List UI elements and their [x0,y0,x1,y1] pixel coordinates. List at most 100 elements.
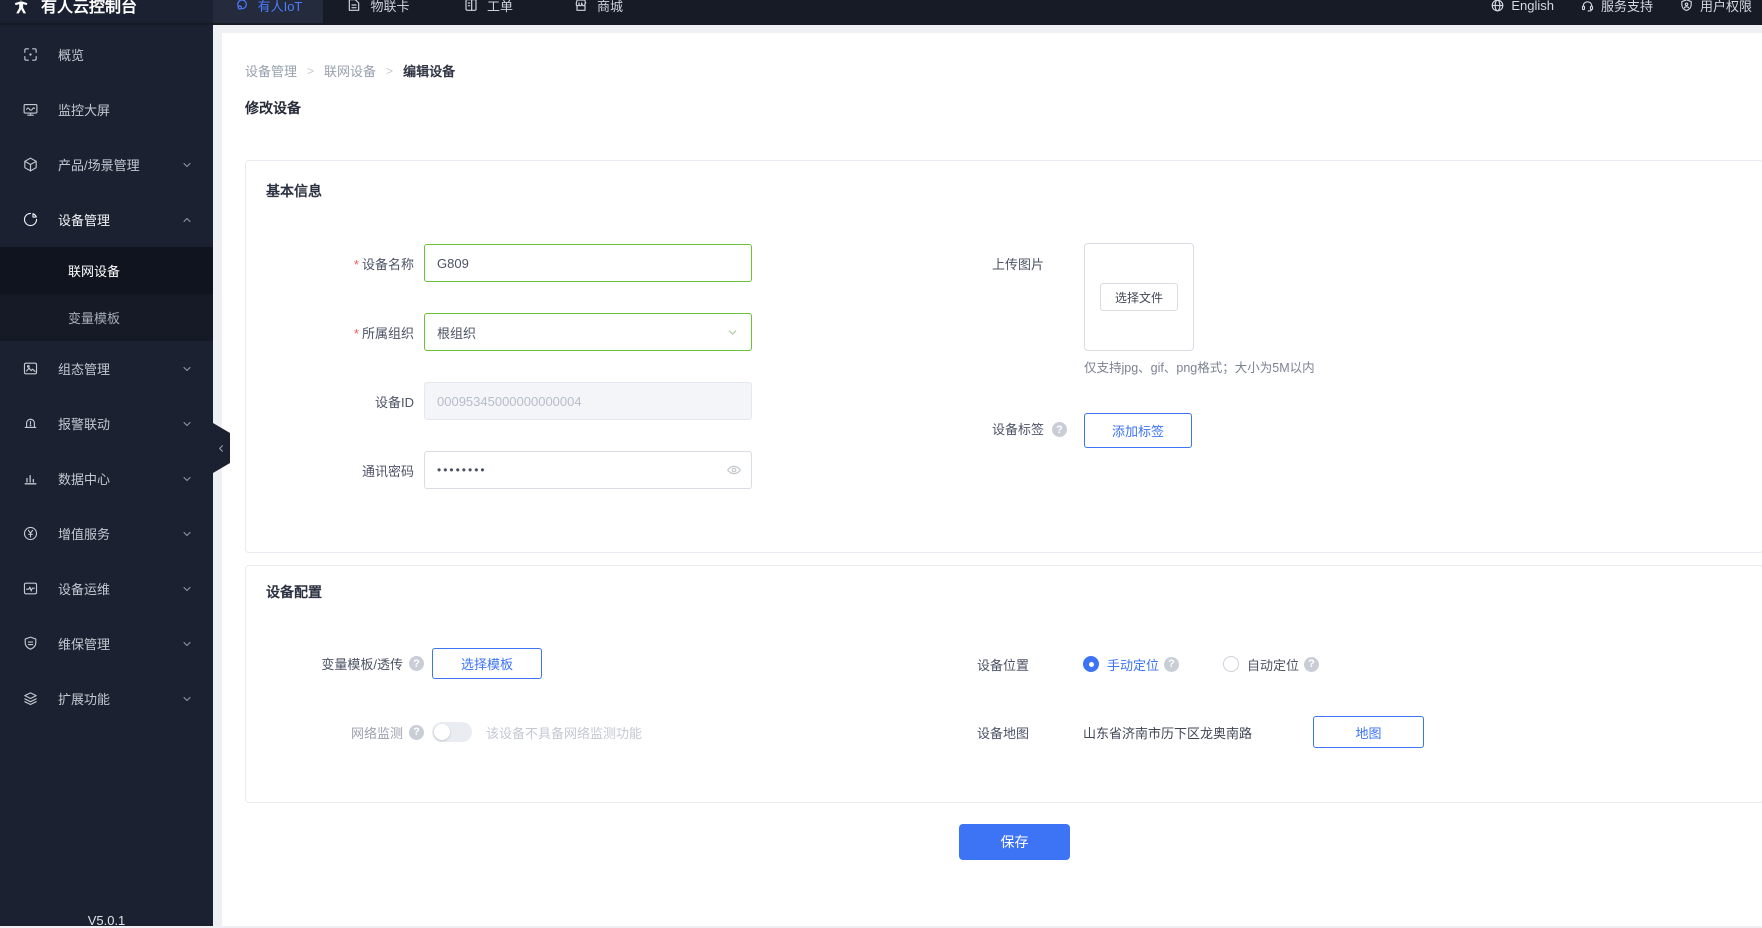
sidebar-item-monitor-screen[interactable]: 监控大屏 [0,82,213,137]
manual-location-help-icon[interactable] [1164,657,1179,672]
chevron-down-icon [181,159,193,171]
service-support[interactable]: 服务支持 [1580,0,1653,15]
mall-icon [573,0,589,13]
sidebar-subitem-connected-devices[interactable]: 联网设备 [0,247,213,294]
tab-label: 商城 [597,0,623,15]
tab-work-order[interactable]: 工单 [433,0,543,23]
chevron-down-icon [181,473,193,485]
network-monitor-help-icon[interactable] [409,725,424,740]
comm-password-row: 通讯密码 [256,451,752,489]
sidebar-item-extensions[interactable]: 扩展功能 [0,671,213,726]
page-title: 修改设备 [245,98,301,118]
comm-password-label: 通讯密码 [256,461,414,480]
headset-icon [1580,0,1595,13]
shield-user-icon [1679,0,1694,13]
tab-label: 物联卡 [370,0,409,15]
logo-icon [10,0,32,16]
tab-iot-card[interactable]: 物联卡 [323,0,433,23]
device-address: 山东省济南市历下区龙奥南路 [1083,723,1313,742]
save-button[interactable]: 保存 [959,824,1070,860]
device-tags-label: 设备标签 [944,419,1044,438]
tab-mall[interactable]: 商城 [543,0,653,23]
brand: 有人云控制台 [0,0,213,23]
manual-location-option[interactable]: 手动定位 [1107,655,1159,674]
sidebar-item-product-scene[interactable]: 产品/场景管理 [0,137,213,192]
brand-title: 有人云控制台 [41,0,137,17]
chevron-down-icon [181,583,193,595]
auto-location-option[interactable]: 自动定位 [1247,655,1299,674]
organization-row: *所属组织 根组织 [256,313,752,351]
add-tag-button[interactable]: 添加标签 [1084,413,1192,448]
pulse-monitor-icon [22,580,40,597]
organization-label: 所属组织 [362,326,414,341]
device-name-row: *设备名称 [256,244,752,282]
network-monitor-hint: 该设备不具备网络监测功能 [486,723,642,742]
template-label: 变量模板/透传 [256,654,403,673]
device-name-label: 设备名称 [362,257,414,272]
bar-chart-icon [22,470,40,487]
breadcrumb-connected-devices[interactable]: 联网设备 [324,61,376,80]
cube-icon [22,156,40,173]
upload-image-label: 上传图片 [944,254,1044,273]
sim-card-icon [346,0,362,13]
required-mark: * [354,257,359,272]
device-id-input [424,382,752,420]
manual-location-radio[interactable] [1083,656,1099,672]
layers-icon [22,690,40,707]
eye-icon[interactable] [726,462,742,478]
network-monitor-toggle[interactable] [432,722,472,742]
user-permissions[interactable]: 用户权限 [1679,0,1752,15]
chevron-down-icon [181,418,193,430]
breadcrumb-device-management[interactable]: 设备管理 [245,61,297,80]
tab-label: 工单 [487,0,513,15]
basic-info-card: 基本信息 *设备名称 *所属组织 根组织 设 [245,160,1762,553]
breadcrumb-separator: > [307,64,314,78]
auto-location-radio[interactable] [1223,656,1239,672]
sidebar-subitem-variable-templates[interactable]: 变量模板 [0,294,213,341]
chevron-up-icon [181,214,193,226]
sidebar-item-scada[interactable]: 组态管理 [0,341,213,396]
device-config-title: 设备配置 [266,582,322,602]
iot-icon [234,0,250,13]
sidebar-item-device-om[interactable]: 设备运维 [0,561,213,616]
breadcrumb-separator: > [386,64,393,78]
choose-file-button[interactable]: 选择文件 [1100,283,1178,311]
overview-icon [22,46,40,63]
breadcrumb-edit-device: 编辑设备 [403,61,455,80]
topbar: 有人云控制台 有人IoT 物联卡 工单 [0,0,1762,25]
pie-chart-icon [22,211,40,228]
sidebar-item-maintenance[interactable]: 维保管理 [0,616,213,671]
sidebar-item-device-management[interactable]: 设备管理 [0,192,213,247]
device-id-label: 设备ID [256,392,414,411]
sidebar-item-value-added-services[interactable]: 增值服务 [0,506,213,561]
device-tags-help-icon[interactable] [1052,422,1067,437]
comm-password-input[interactable] [424,451,752,489]
language-switch[interactable]: English [1490,0,1554,13]
shield-list-icon [22,635,40,652]
auto-location-help-icon[interactable] [1304,657,1319,672]
tab-youren-iot[interactable]: 有人IoT [213,0,323,23]
sidebar-item-data-center[interactable]: 数据中心 [0,451,213,506]
chevron-down-icon [726,326,739,339]
chevron-down-icon [181,693,193,705]
device-location-label: 设备位置 [929,655,1029,674]
main-panel: 设备管理 > 联网设备 > 编辑设备 修改设备 基本信息 *设备名称 *所属组织… [222,33,1762,926]
template-help-icon[interactable] [409,656,424,671]
monitor-screen-icon [22,101,40,118]
organization-select[interactable]: 根组织 [424,313,752,351]
device-config-card: 设备配置 变量模板/透传 选择模板 网络监测 该设备不具备网络监测功能 设备位置… [245,565,1762,803]
alarm-icon [22,415,40,432]
device-name-input[interactable] [424,244,752,282]
map-button[interactable]: 地图 [1313,716,1424,748]
select-template-button[interactable]: 选择模板 [432,648,542,679]
device-location-row: 设备位置 手动定位 自动定位 [929,651,1319,677]
sidebar-item-overview[interactable]: 概览 [0,27,213,82]
sidebar-item-alarm-linkage[interactable]: 报警联动 [0,396,213,451]
template-row: 变量模板/透传 选择模板 [256,648,542,679]
chevron-down-icon [181,363,193,375]
image-icon [22,360,40,377]
device-management-submenu: 联网设备 变量模板 [0,247,213,341]
chevron-down-icon [181,528,193,540]
basic-info-title: 基本信息 [266,181,322,201]
device-id-row: 设备ID [256,382,752,420]
